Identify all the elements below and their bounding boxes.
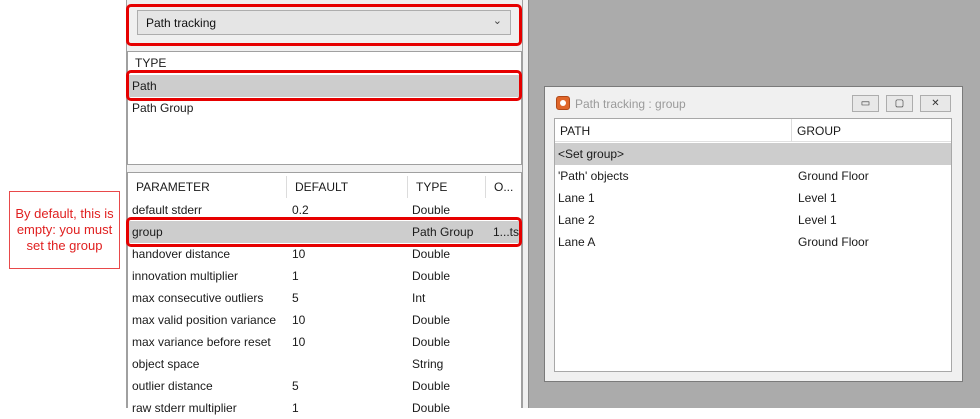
window-title: Path tracking : group [575,97,686,111]
parameter-cell-parameter: max valid position variance [132,313,277,327]
group-row[interactable]: Lane A Ground Floor [555,231,951,253]
parameter-cell-type: Double [412,313,451,327]
parameter-row[interactable]: max consecutive outliers 5 Int [128,287,520,309]
parameter-row[interactable]: object space String [128,353,520,375]
group-window: Path tracking : group ▭ ▢ ✕ PATH GROUP <… [544,86,963,382]
type-list-item-path[interactable]: Path [129,75,520,97]
parameter-cell-parameter: default stderr [132,203,203,217]
column-header-other[interactable]: O... [486,176,520,198]
parameter-cell-default: 10 [292,313,306,327]
group-cell-path: Lane 1 [558,191,595,205]
parameter-cell-type: Path Group [412,225,474,239]
parameter-cell-type: Double [412,335,451,349]
parameter-cell-parameter: object space [132,357,200,371]
parameter-cell-type: Double [412,379,451,393]
parameter-cell-default: 5 [292,379,299,393]
column-header-type[interactable]: TYPE [408,176,486,198]
type-list-item-path-group[interactable]: Path Group [129,97,520,119]
parameter-cell-default: 5 [292,291,299,305]
type-list-item-label: Path Group [132,101,194,115]
parameter-cell-type: String [412,357,444,371]
group-cell-path: Lane A [558,235,596,249]
chevron-down-icon: ⌄ [492,15,502,27]
group-row[interactable]: <Set group> [555,143,951,165]
parameter-row[interactable]: raw stderr multiplier 1 Double [128,397,520,419]
group-table: PATH GROUP <Set group> 'Path' objects Grou… [554,118,952,372]
parameter-cell-type: Double [412,203,451,217]
type-list-header: TYPE [135,56,167,70]
group-cell-group: Ground Floor [798,169,869,183]
group-row[interactable]: 'Path' objects Ground Floor [555,165,951,187]
parameter-cell-parameter: raw stderr multiplier [132,401,237,415]
annotation-note: By default, this is empty: you must set … [9,191,120,269]
parameter-row[interactable]: group Path Group 1...ts [128,221,520,243]
parameter-row[interactable]: innovation multiplier 1 Double [128,265,520,287]
type-list-item-label: Path [132,79,157,93]
parameter-cell-parameter: group [132,225,163,239]
minimize-button[interactable]: ▭ [852,95,879,112]
parameter-cell-parameter: max consecutive outliers [132,291,264,305]
group-row[interactable]: Lane 1 Level 1 [555,187,951,209]
group-cell-path: <Set group> [558,147,625,161]
maximize-button[interactable]: ▢ [886,95,913,112]
column-header-parameter[interactable]: PARAMETER [128,176,287,198]
parameter-row[interactable]: handover distance 10 Double [128,243,520,265]
close-button[interactable]: ✕ [920,95,951,112]
parameter-cell-type: Double [412,247,451,261]
window-titlebar[interactable]: Path tracking : group ▭ ▢ ✕ [545,87,962,117]
group-cell-group: Level 1 [798,191,837,205]
group-cell-path: Lane 2 [558,213,595,227]
parameter-row[interactable]: max valid position variance 10 Double [128,309,520,331]
parameter-row[interactable]: max variance before reset 10 Double [128,331,520,353]
parameter-cell-default: 10 [292,335,306,349]
type-dropdown-value: Path tracking [146,16,217,30]
parameter-cell-default: 0.2 [292,203,309,217]
group-row[interactable]: Lane 2 Level 1 [555,209,951,231]
column-header-path[interactable]: PATH [555,119,792,142]
parameter-cell-parameter: innovation multiplier [132,269,239,283]
column-header-group[interactable]: GROUP [792,119,951,142]
group-cell-path: 'Path' objects [558,169,629,183]
parameter-cell-default: 1 [292,269,299,283]
parameter-cell-type: Double [412,269,451,283]
parameter-cell-other: 1...ts [493,225,520,239]
group-cell-group: Ground Floor [798,235,869,249]
parameter-cell-type: Double [412,401,451,415]
annotation-text: By default, this is empty: you must set … [15,206,114,253]
parameter-cell-parameter: handover distance [132,247,231,261]
type-dropdown[interactable]: Path tracking ⌄ [137,10,511,35]
parameter-cell-type: Int [412,291,426,305]
parameter-cell-default: 10 [292,247,306,261]
group-cell-group: Level 1 [798,213,837,227]
column-header-default[interactable]: DEFAULT [287,176,408,198]
parameter-cell-parameter: max variance before reset [132,335,271,349]
parameter-row[interactable]: default stderr 0.2 Double [128,199,520,221]
parameter-cell-parameter: outlier distance [132,379,213,393]
app-icon [556,96,570,110]
parameter-row[interactable]: outlier distance 5 Double [128,375,520,397]
parameter-cell-default: 1 [292,401,299,415]
